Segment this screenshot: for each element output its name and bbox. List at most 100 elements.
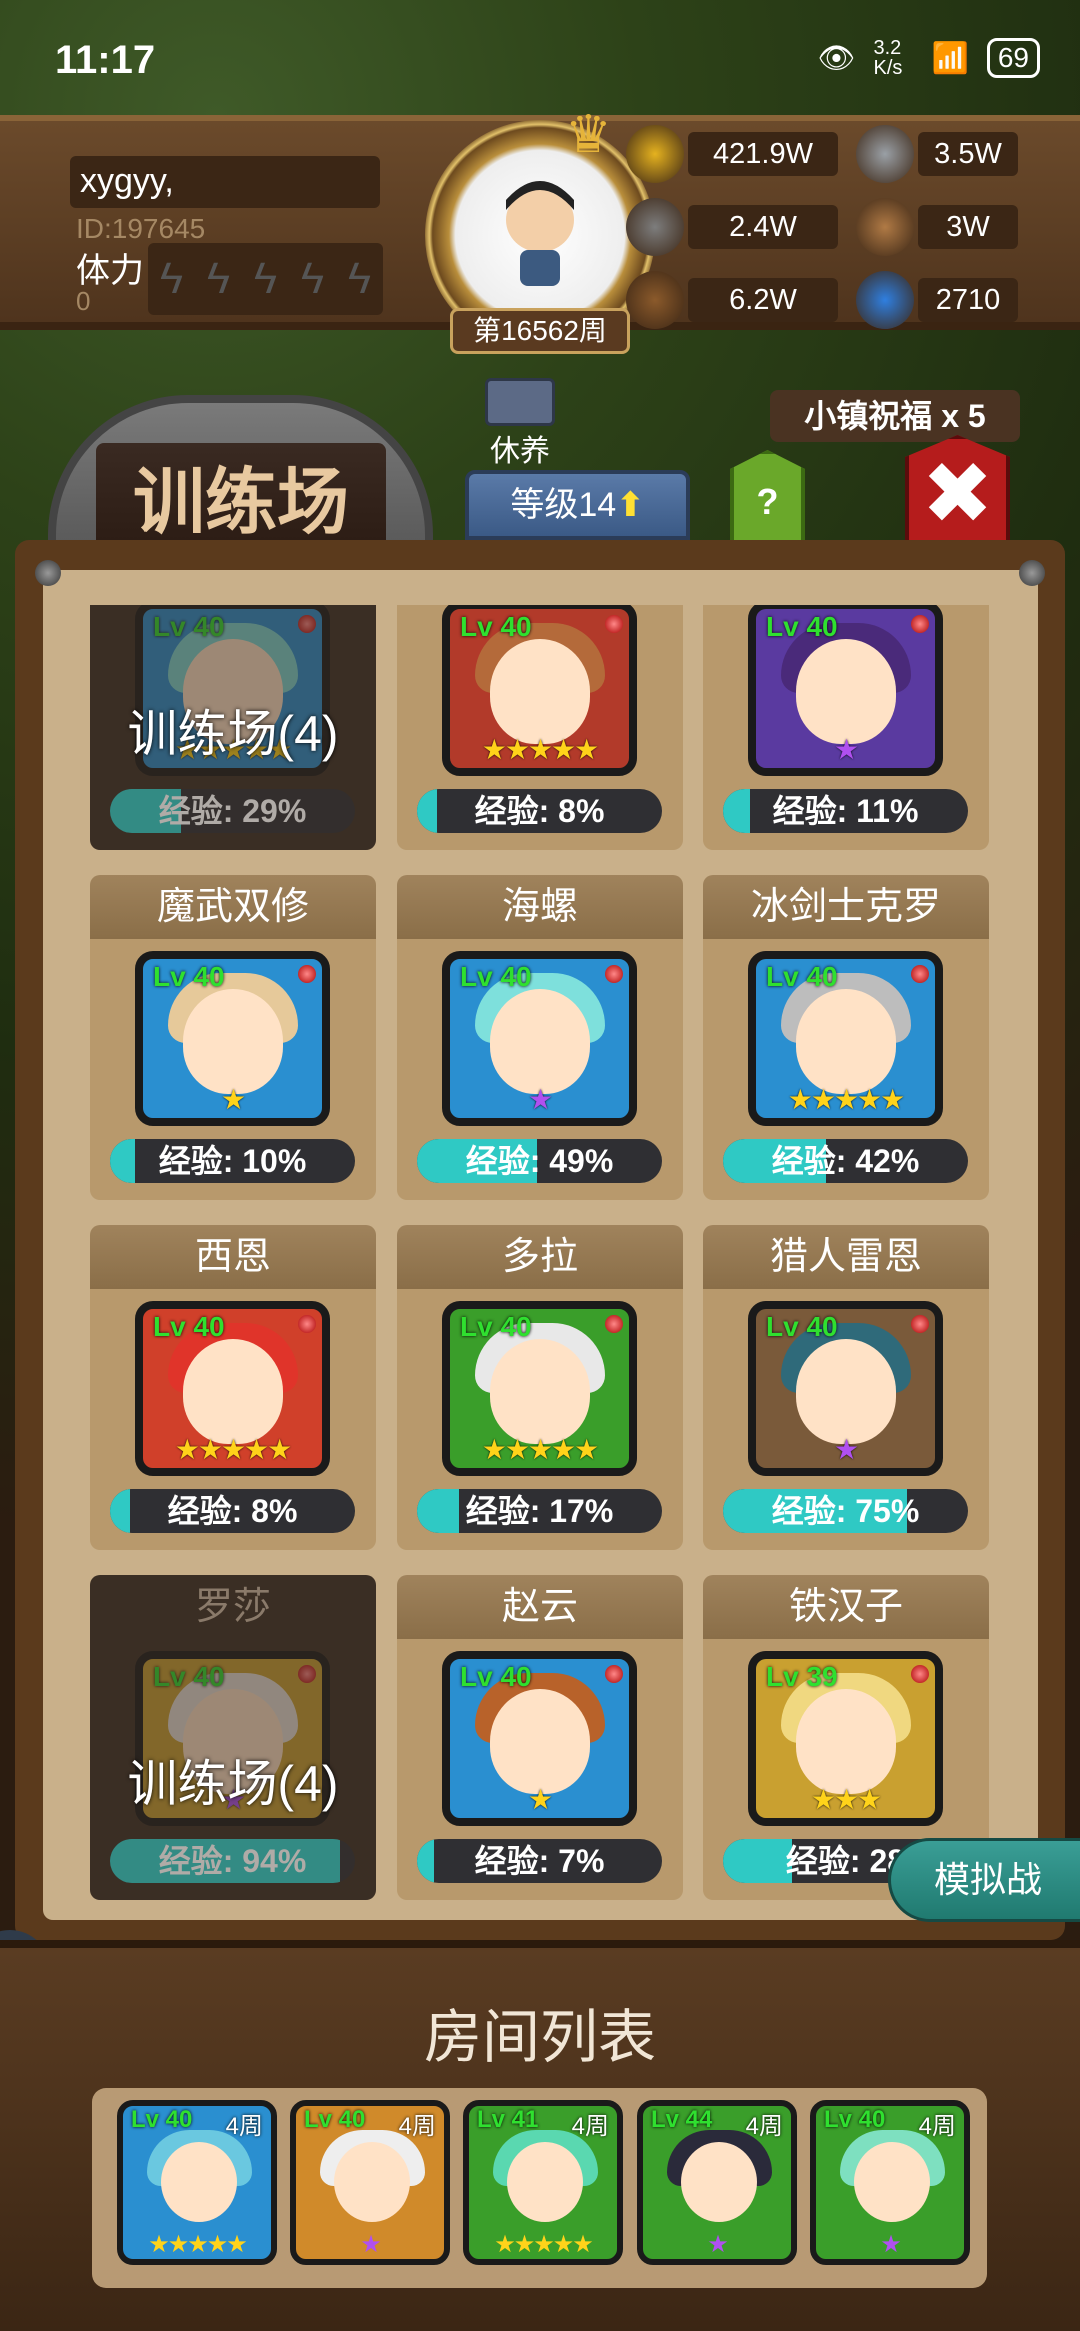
hero-portrait[interactable]: Lv 40 ★ — [442, 951, 637, 1126]
player-name: xygyy, — [70, 156, 380, 208]
hero-card[interactable]: 赵云 Lv 40 ★ 经验: 7% — [397, 1575, 683, 1900]
game-screen: { "status":{"time":"11:17","net_speed":"… — [0, 0, 1080, 2331]
training-overlay: 训练场(4) — [127, 1756, 339, 1812]
hero-stars: ★★★★★ — [481, 1434, 600, 1465]
resource-value: 6.2W — [688, 278, 838, 322]
hero-stars: ★ — [527, 1784, 553, 1815]
crystal-icon — [856, 271, 914, 329]
hero-portrait[interactable]: Lv 40 ★ — [442, 1651, 637, 1826]
exp-text: 经验: 94% — [158, 1843, 307, 1879]
lightning-icon: ϟ — [206, 254, 231, 303]
hero-card[interactable]: 魔武双修 Lv 40 ★ 经验: 10% — [90, 875, 376, 1200]
eye-icon: 👁 — [817, 41, 856, 75]
hero-card-body: Lv 40 ★ 经验: 10% — [90, 939, 376, 1200]
hero-face-icon — [490, 1339, 590, 1444]
hero-portrait[interactable]: Lv 40 ★ — [748, 1301, 943, 1476]
gold-coin-icon — [626, 125, 684, 183]
room-hero-face-icon — [507, 2142, 583, 2222]
room-hero-level: Lv 40 — [824, 2106, 886, 2133]
hero-card[interactable]: 猎人雷恩 Lv 40 ★ 经验: 75% — [703, 1225, 989, 1550]
hero-stars: ★ — [220, 1084, 246, 1115]
room-hero-face-icon — [854, 2142, 930, 2222]
hero-level: Lv 40 — [460, 961, 532, 992]
hero-grid[interactable]: Lv 40 ★★★★★ 经验: 29% 训练场(4) Lv 40 ★★★★★ 经验: 8% L… — [75, 605, 1005, 1940]
hero-card[interactable]: 西恩 Lv 40 ★★★★★ 经验: 8% — [90, 1225, 376, 1550]
simulate-battle-button[interactable]: 模拟战 — [888, 1838, 1080, 1922]
room-hero-slot[interactable]: Lv 40 4周 ★ — [810, 2100, 970, 2265]
hero-portrait[interactable]: Lv 40 ★★★★★ — [442, 605, 637, 776]
room-hero-face-icon — [334, 2142, 410, 2222]
close-button[interactable]: ✖ — [905, 435, 1010, 545]
hero-portrait[interactable]: Lv 40 ★ — [748, 605, 943, 776]
help-button[interactable]: ? — [730, 450, 805, 545]
hero-portrait[interactable]: Lv 40 ★★★★★ — [135, 1301, 330, 1476]
exp-text: 经验: 75% — [771, 1493, 920, 1529]
hero-card-body: Lv 40 ★★★★★ 经验: 42% — [703, 939, 989, 1200]
resource-value: 2710 — [918, 278, 1018, 322]
room-hero-stars: ★★★★★ — [494, 2231, 594, 2258]
iron-ingot-icon — [856, 125, 914, 183]
hero-card[interactable]: Lv 40 ★★★★★ 经验: 8% — [397, 605, 683, 850]
hero-face-icon — [796, 1689, 896, 1794]
exp-bar: 经验: 7% — [417, 1839, 662, 1883]
notification-dot-icon — [298, 615, 316, 633]
battery-indicator: 69 — [986, 38, 1040, 78]
notification-dot-icon — [605, 1315, 623, 1333]
room-hero-slot[interactable]: Lv 40 4周 ★ — [290, 2100, 450, 2265]
rivet-icon — [35, 560, 61, 586]
exp-text: 经验: 29% — [158, 793, 307, 829]
room-hero-stars: ★ — [360, 2231, 382, 2258]
hero-level: Lv 40 — [153, 611, 225, 642]
room-hero-slot[interactable]: Lv 44 4周 ★ — [637, 2100, 797, 2265]
hero-face-icon — [183, 1339, 283, 1444]
hero-name: 冰剑士克罗 — [703, 875, 989, 939]
notification-dot-icon — [298, 1665, 316, 1683]
stamina-label: 体力 — [76, 252, 144, 290]
hero-card[interactable]: Lv 40 ★★★★★ 经验: 29% 训练场(4) — [90, 605, 376, 850]
resource-value: 421.9W — [688, 132, 838, 176]
hero-card[interactable]: Lv 40 ★ 经验: 11% — [703, 605, 989, 850]
notification-dot-icon — [911, 1665, 929, 1683]
exp-text: 经验: 7% — [474, 1843, 605, 1879]
hero-portrait[interactable]: Lv 40 ★★★★★ — [442, 1301, 637, 1476]
room-hero-slot[interactable]: Lv 40 4周 ★★★★★ — [117, 2100, 277, 2265]
notification-dot-icon — [605, 615, 623, 633]
hero-level: Lv 39 — [766, 1661, 838, 1692]
hero-name: 魔武双修 — [90, 875, 376, 939]
hero-level: Lv 40 — [766, 1311, 838, 1342]
exp-bar: 经验: 75% — [723, 1489, 968, 1533]
hero-face-icon — [490, 1689, 590, 1794]
hero-portrait[interactable]: Lv 39 ★★★ — [748, 1651, 943, 1826]
town-blessing-badge[interactable]: 小镇祝福 x 5 — [770, 390, 1020, 442]
notification-dot-icon — [605, 965, 623, 983]
hero-card[interactable]: 罗莎 Lv 40 ★ 经验: 94% 训练场(4) — [90, 1575, 376, 1900]
hero-portrait[interactable]: Lv 40 ★ — [135, 951, 330, 1126]
hero-stars: ★ — [527, 1084, 553, 1115]
hero-stars: ★★★ — [810, 1784, 882, 1815]
hero-name: 铁汉子 — [703, 1575, 989, 1639]
hero-card-body: Lv 40 ★ 经验: 75% — [703, 1289, 989, 1550]
hero-card[interactable]: 多拉 Lv 40 ★★★★★ 经验: 17% — [397, 1225, 683, 1550]
hero-card-body: Lv 40 ★★★★★ 经验: 8% — [90, 1289, 376, 1550]
wifi-icon: 📶 — [931, 41, 969, 75]
hero-card-body: Lv 40 ★ 经验: 7% — [397, 1639, 683, 1900]
exp-text: 经验: 8% — [474, 793, 605, 829]
room-hero-level: Lv 44 — [651, 2106, 713, 2133]
stamina-value: 0 — [76, 286, 91, 316]
exp-bar: 经验: 42% — [723, 1139, 968, 1183]
hero-portrait[interactable]: Lv 40 ★★★★★ — [748, 951, 943, 1126]
hero-stars: ★★★★★ — [481, 734, 600, 765]
rest-button[interactable]: 休养 — [470, 378, 570, 470]
clock: 11:17 — [55, 38, 156, 82]
hero-face-icon — [796, 639, 896, 744]
hero-card-body: Lv 40 ★★★★★ 经验: 29% 训练场(4) — [90, 605, 376, 850]
hero-card[interactable]: 海螺 Lv 40 ★ 经验: 49% — [397, 875, 683, 1200]
exp-text: 经验: 49% — [465, 1143, 614, 1179]
hero-stars: ★ — [833, 1434, 859, 1465]
hero-name: 罗莎 — [90, 1575, 376, 1639]
room-hero-stars: ★ — [880, 2231, 902, 2258]
room-hero-slot[interactable]: Lv 41 4周 ★★★★★ — [463, 2100, 623, 2265]
level-tab[interactable]: 等级14⬆ — [465, 470, 690, 540]
hero-card[interactable]: 冰剑士克罗 Lv 40 ★★★★★ 经验: 42% — [703, 875, 989, 1200]
room-hero-weeks: 4周 — [745, 2113, 783, 2140]
